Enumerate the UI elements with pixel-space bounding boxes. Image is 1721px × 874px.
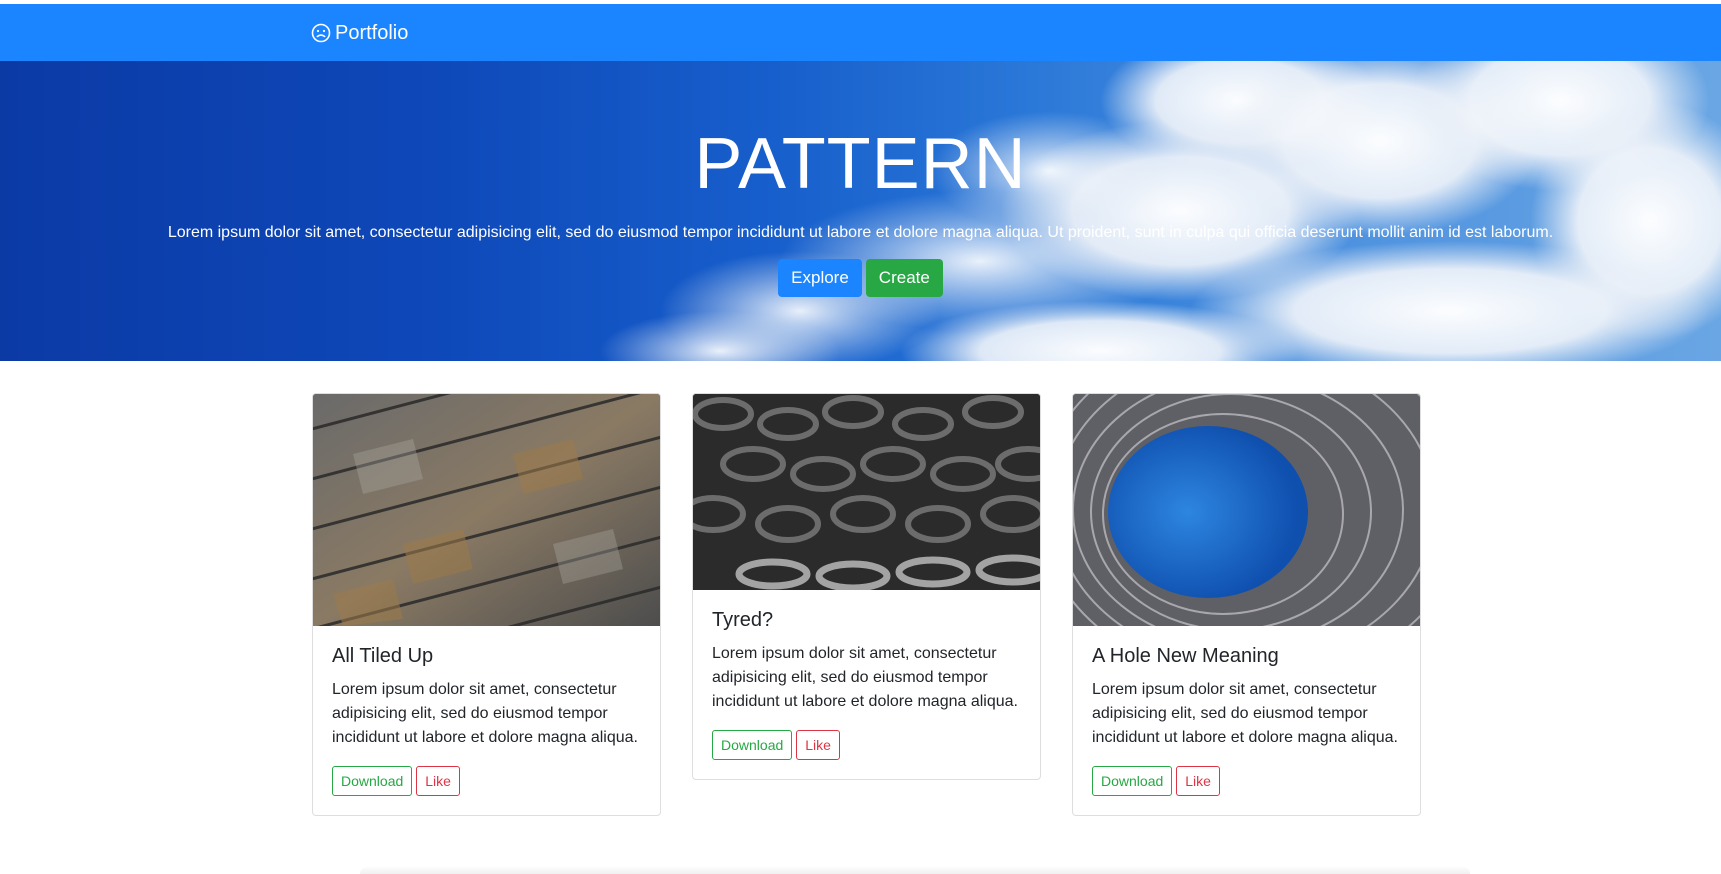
card-body: Tyred? Lorem ipsum dolor sit amet, conse… (693, 590, 1040, 779)
card-grid: All Tiled Up Lorem ipsum dolor sit amet,… (312, 393, 1422, 847)
smiley-icon (311, 23, 331, 43)
card-title: A Hole New Meaning (1092, 645, 1279, 667)
like-button[interactable]: Like (1176, 766, 1220, 796)
download-button[interactable]: Download (1092, 766, 1173, 796)
hero-buttons: Explore Create (0, 259, 1721, 297)
card-image-lattice (1073, 394, 1420, 626)
card-image-tiles (313, 394, 660, 626)
hero-sky-image (600, 61, 1721, 361)
create-button[interactable]: Create (865, 259, 943, 297)
card-tyred: Tyred? Lorem ipsum dolor sit amet, conse… (692, 393, 1041, 780)
card-actions: Download Like (1092, 766, 1401, 796)
card-actions: Download Like (332, 766, 641, 796)
like-button[interactable]: Like (796, 730, 840, 760)
hero-title: PATTERN (694, 124, 1027, 204)
card-body: All Tiled Up Lorem ipsum dolor sit amet,… (313, 626, 660, 815)
navbar: Portfolio (0, 4, 1721, 61)
footer-shadow (360, 866, 1470, 874)
download-button[interactable]: Download (332, 766, 413, 796)
hero-description: Lorem ipsum dolor sit amet, consectetur … (167, 224, 1554, 241)
card-body: A Hole New Meaning Lorem ipsum dolor sit… (1073, 626, 1420, 815)
card-text: Lorem ipsum dolor sit amet, consectetur … (712, 645, 1018, 710)
download-button[interactable]: Download (712, 730, 793, 760)
card-text: Lorem ipsum dolor sit amet, consectetur … (332, 681, 638, 746)
like-button[interactable]: Like (416, 766, 460, 796)
card-title: Tyred? (712, 609, 774, 631)
card-a-hole-new-meaning: A Hole New Meaning Lorem ipsum dolor sit… (1072, 393, 1421, 816)
card-title: All Tiled Up (332, 645, 434, 667)
card-text: Lorem ipsum dolor sit amet, consectetur … (1092, 681, 1398, 746)
card-image-tyres (693, 394, 1040, 590)
card-actions: Download Like (712, 730, 1021, 760)
brand-link[interactable]: Portfolio (311, 18, 408, 48)
card-all-tiled-up: All Tiled Up Lorem ipsum dolor sit amet,… (312, 393, 661, 816)
hero-section: PATTERN Lorem ipsum dolor sit amet, cons… (0, 61, 1721, 361)
brand-label: Portfolio (335, 21, 409, 44)
explore-button[interactable]: Explore (778, 259, 862, 297)
